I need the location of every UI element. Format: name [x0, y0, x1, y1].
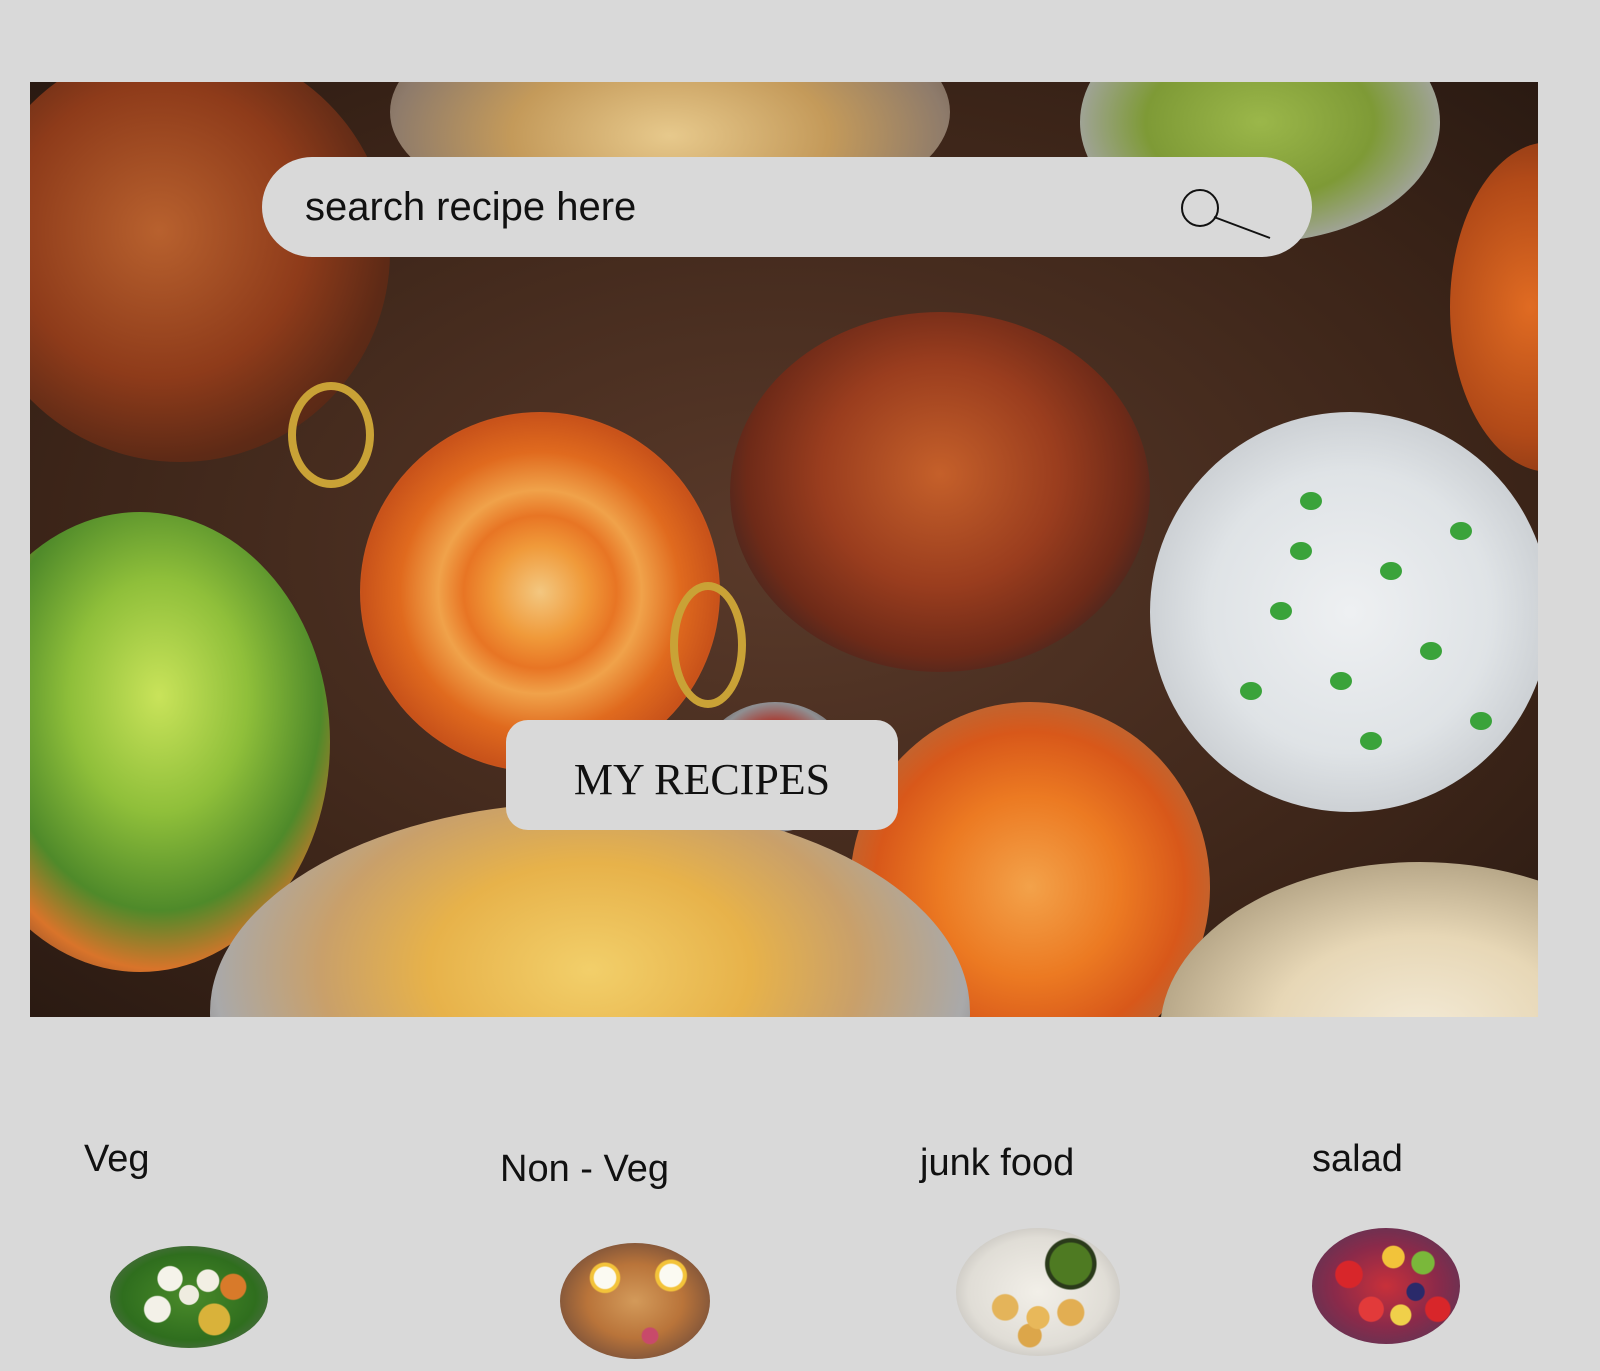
- pea: [1450, 522, 1472, 540]
- category-label-veg[interactable]: Veg: [84, 1138, 150, 1181]
- biryani-platter-dish: [210, 802, 970, 1017]
- butter-chicken-dish: [360, 412, 720, 772]
- junk-food-thumbnail[interactable]: [956, 1228, 1120, 1356]
- search-input[interactable]: [305, 184, 1165, 230]
- pea: [1300, 492, 1322, 510]
- naan-dish: [1160, 862, 1538, 1017]
- category-label-salad[interactable]: salad: [1312, 1138, 1403, 1181]
- veg-food-thumbnail[interactable]: [110, 1246, 268, 1348]
- category-label-non-veg[interactable]: Non - Veg: [500, 1148, 669, 1191]
- bowl-handle: [670, 582, 746, 708]
- pea: [1380, 562, 1402, 580]
- peas-rice-dish: [1150, 412, 1538, 812]
- chilli-chicken-dish: [730, 312, 1150, 672]
- search-icon[interactable]: [1180, 188, 1272, 244]
- bowl-handle: [288, 382, 374, 488]
- non-veg-food-thumbnail[interactable]: [560, 1243, 710, 1359]
- salad-thumbnail[interactable]: [1312, 1228, 1460, 1344]
- pea: [1360, 732, 1382, 750]
- pea: [1420, 642, 1442, 660]
- pea: [1240, 682, 1262, 700]
- search-bar[interactable]: [262, 157, 1312, 257]
- pea: [1470, 712, 1492, 730]
- pea: [1270, 602, 1292, 620]
- pea: [1330, 672, 1352, 690]
- orange-curry-dish: [1450, 142, 1538, 472]
- category-label-junk-food[interactable]: junk food: [920, 1142, 1074, 1185]
- pea: [1290, 542, 1312, 560]
- my-recipes-button[interactable]: MY RECIPES: [506, 720, 898, 830]
- recipe-home-page: MY RECIPES Veg Non - Veg junk food salad: [0, 0, 1600, 1371]
